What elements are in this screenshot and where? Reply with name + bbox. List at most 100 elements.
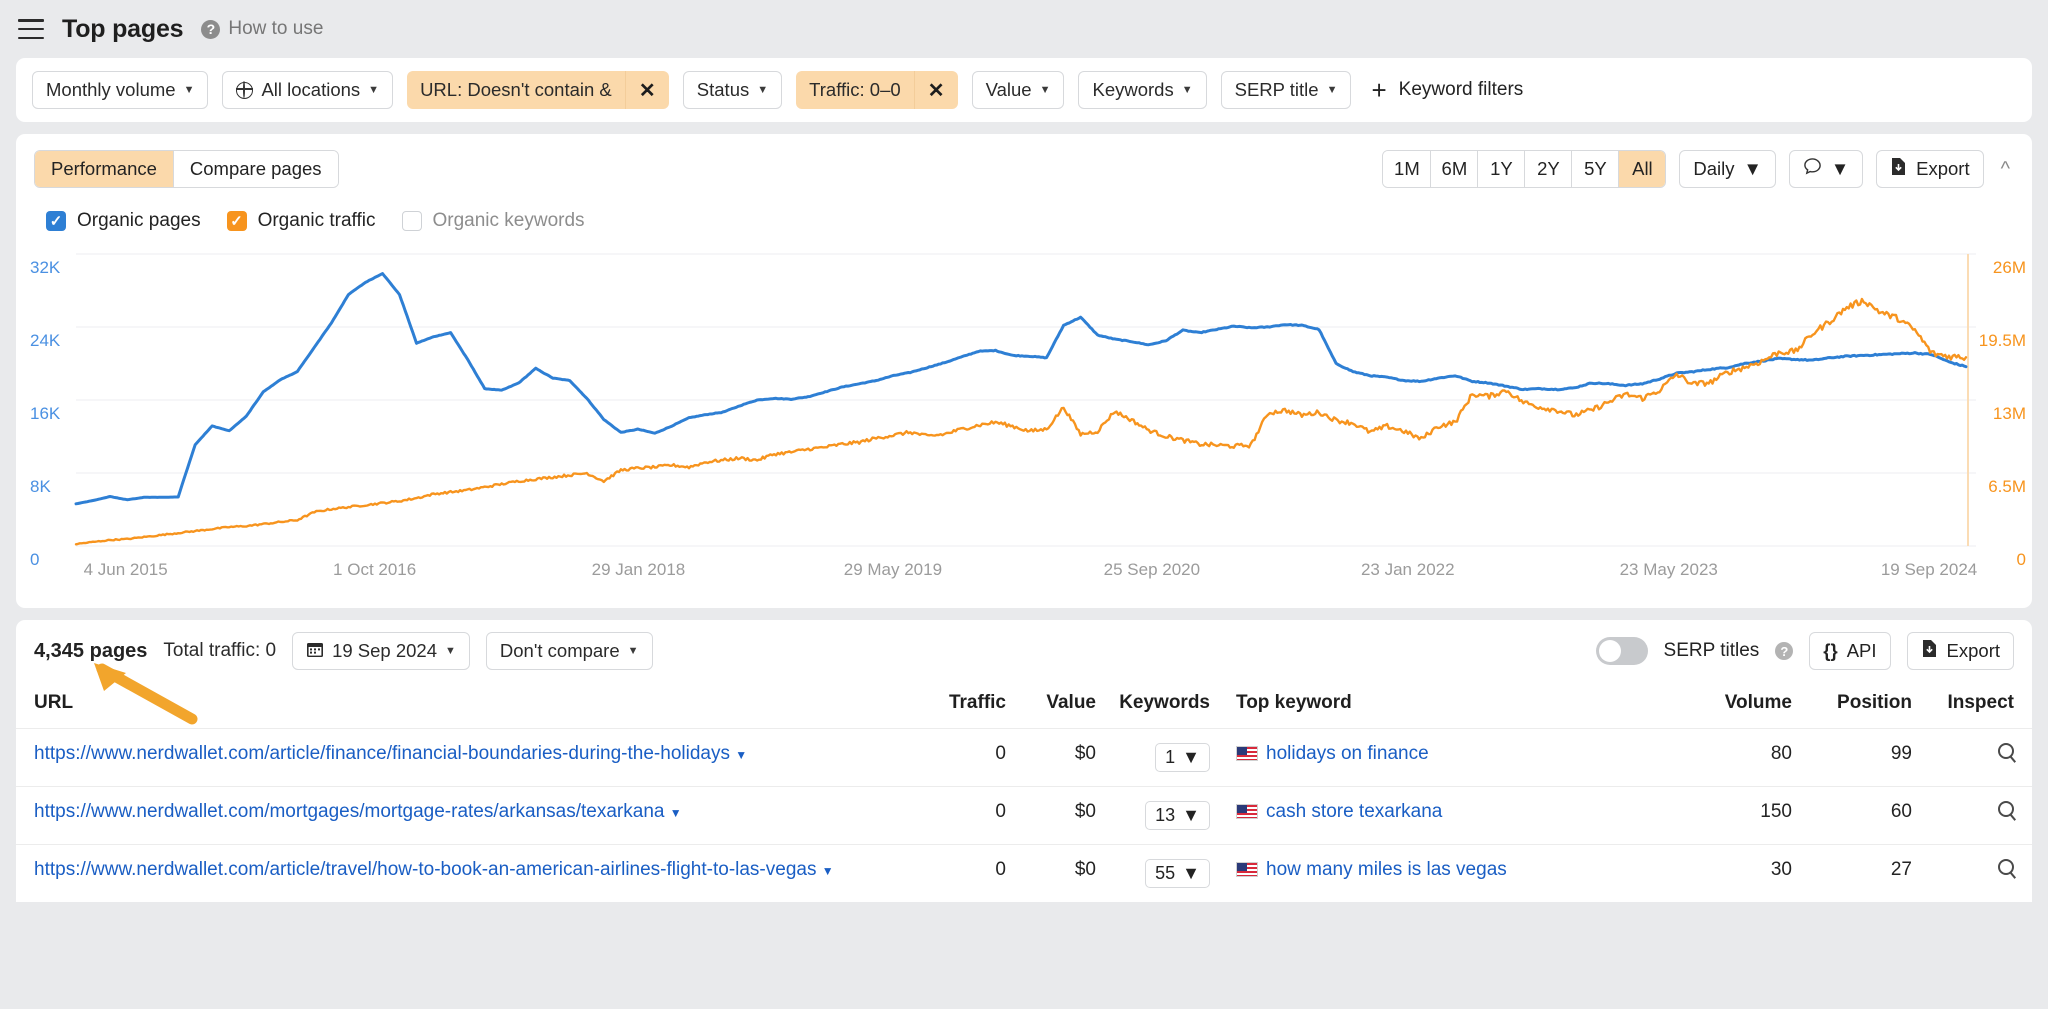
table-header-row: URL Traffic Value Keywords Top keyword V… [16, 682, 2032, 729]
filter-chip-traffic[interactable]: Traffic: 0–0 ✕ [796, 71, 958, 109]
col-position[interactable]: Position [1792, 682, 1912, 729]
col-value[interactable]: Value [1006, 682, 1096, 729]
results-panel: 4,345 pages Total traffic: 0 19 Sep 2024… [16, 620, 2032, 902]
total-traffic: Total traffic: 0 [163, 640, 276, 662]
checkbox-checked-icon: ✓ [227, 211, 247, 231]
x-axis-tick: 19 Sep 2024 [1881, 560, 1977, 580]
x-axis-tick: 23 Jan 2022 [1361, 560, 1455, 580]
date-selector[interactable]: 19 Sep 2024 ▼ [292, 632, 470, 670]
row-value: $0 [1006, 729, 1096, 787]
tab-compare-pages[interactable]: Compare pages [173, 151, 338, 187]
annotations-button[interactable]: ▼ [1789, 150, 1863, 188]
y-axis-tick-left: 24K [30, 331, 60, 351]
magnifier-icon[interactable] [1998, 743, 2014, 759]
y-axis-tick-right: 6.5M [1988, 477, 2026, 497]
api-button[interactable]: {} API [1809, 632, 1890, 670]
col-volume[interactable]: Volume [1682, 682, 1792, 729]
row-top-keyword-link[interactable]: holidays on finance [1266, 743, 1429, 764]
row-url-link[interactable]: https://www.nerdwallet.com/article/finan… [34, 743, 730, 764]
row-value: $0 [1006, 787, 1096, 845]
col-traffic[interactable]: Traffic [896, 682, 1006, 729]
row-url-link[interactable]: https://www.nerdwallet.com/article/trave… [34, 859, 816, 880]
chevron-down-icon: ▼ [1182, 84, 1193, 96]
filter-serp-title-label: SERP title [1235, 79, 1319, 101]
filter-keywords[interactable]: Keywords ▼ [1078, 71, 1206, 109]
row-top-keyword-link[interactable]: how many miles is las vegas [1266, 859, 1507, 880]
col-top-keyword[interactable]: Top keyword [1216, 682, 1682, 729]
us-flag-icon [1236, 746, 1258, 761]
granularity-selector[interactable]: Daily ▼ [1679, 150, 1775, 188]
question-circle-icon: ? [201, 20, 220, 39]
filter-all-locations[interactable]: All locations ▼ [222, 71, 393, 109]
range-all[interactable]: All [1618, 151, 1665, 187]
legend-organic-pages[interactable]: ✓ Organic pages [46, 210, 201, 232]
filter-monthly-volume[interactable]: Monthly volume ▼ [32, 71, 208, 109]
us-flag-icon [1236, 862, 1258, 877]
add-keyword-filters-label: Keyword filters [1399, 79, 1524, 101]
range-1m[interactable]: 1M [1383, 151, 1430, 187]
row-position: 99 [1792, 729, 1912, 787]
filter-monthly-volume-label: Monthly volume [46, 79, 176, 101]
api-label: API [1847, 640, 1877, 662]
chart-plot [16, 246, 2032, 546]
row-volume: 30 [1682, 845, 1792, 903]
legend-organic-traffic[interactable]: ✓ Organic traffic [227, 210, 376, 232]
legend-organic-keywords[interactable]: Organic keywords [402, 210, 585, 232]
range-6m[interactable]: 6M [1430, 151, 1477, 187]
granularity-label: Daily [1693, 158, 1734, 180]
plus-icon: + [1371, 77, 1386, 103]
magnifier-icon[interactable] [1998, 859, 2014, 875]
col-url[interactable]: URL [16, 682, 896, 729]
tab-performance[interactable]: Performance [35, 151, 173, 187]
range-5y[interactable]: 5Y [1571, 151, 1618, 187]
filter-chip-url[interactable]: URL: Doesn't contain & ✕ [407, 71, 669, 109]
row-top-keyword-link[interactable]: cash store texarkana [1266, 801, 1442, 822]
row-url-link[interactable]: https://www.nerdwallet.com/mortgages/mor… [34, 801, 664, 822]
serp-titles-toggle[interactable] [1596, 637, 1648, 665]
chart-mode-tabs: Performance Compare pages [34, 150, 339, 188]
chevron-down-icon: ▼ [445, 645, 456, 657]
question-circle-icon[interactable]: ? [1775, 642, 1793, 660]
compare-selector[interactable]: Don't compare ▼ [486, 632, 653, 670]
row-keywords-dropdown[interactable]: 1▼ [1155, 743, 1210, 772]
filter-value[interactable]: Value ▼ [972, 71, 1065, 109]
filter-status[interactable]: Status ▼ [683, 71, 782, 109]
row-keywords-count: 1 [1165, 747, 1175, 768]
chevron-down-icon[interactable]: ▼ [670, 806, 682, 820]
magnifier-icon[interactable] [1998, 801, 2014, 817]
chevron-down-icon[interactable]: ▼ [735, 748, 747, 762]
add-keyword-filters-button[interactable]: + Keyword filters [1371, 77, 1523, 103]
row-keywords-dropdown[interactable]: 55 ▼ [1145, 859, 1210, 888]
row-keywords-dropdown[interactable]: 13▼ [1145, 801, 1210, 830]
table-export-button[interactable]: Export [1907, 632, 2014, 670]
chevron-down-icon: ▼ [1182, 863, 1200, 884]
how-to-use-link[interactable]: ? How to use [201, 18, 323, 40]
pages-count: 4,345 pages [34, 640, 147, 663]
close-icon[interactable]: ✕ [625, 71, 669, 109]
range-1y[interactable]: 1Y [1477, 151, 1524, 187]
chart-export-button[interactable]: Export [1876, 150, 1983, 188]
hamburger-icon[interactable] [18, 19, 44, 39]
table-export-label: Export [1947, 640, 2000, 662]
code-braces-icon: {} [1823, 640, 1837, 662]
x-axis-tick: 4 Jun 2015 [84, 560, 168, 580]
legend-organic-keywords-label: Organic keywords [433, 210, 585, 232]
chevron-up-icon[interactable]: ^ [1997, 158, 2014, 181]
filter-chip-traffic-label: Traffic: 0–0 [796, 71, 914, 109]
filter-chip-url-label: URL: Doesn't contain & [407, 71, 625, 109]
chevron-down-icon: ▼ [757, 84, 768, 96]
filter-status-label: Status [697, 79, 749, 101]
filter-keywords-label: Keywords [1092, 79, 1173, 101]
filter-serp-title[interactable]: SERP title ▼ [1221, 71, 1352, 109]
page-title: Top pages [62, 15, 183, 44]
chevron-down-icon: ▼ [1182, 805, 1200, 826]
download-icon [1890, 157, 1907, 181]
chevron-down-icon: ▼ [1040, 84, 1051, 96]
close-icon[interactable]: ✕ [914, 71, 958, 109]
col-keywords[interactable]: Keywords [1096, 682, 1216, 729]
row-keywords-count: 55 [1155, 863, 1175, 884]
range-2y[interactable]: 2Y [1524, 151, 1571, 187]
row-traffic: 0 [896, 787, 1006, 845]
chevron-down-icon[interactable]: ▼ [822, 864, 834, 878]
row-volume: 150 [1682, 787, 1792, 845]
